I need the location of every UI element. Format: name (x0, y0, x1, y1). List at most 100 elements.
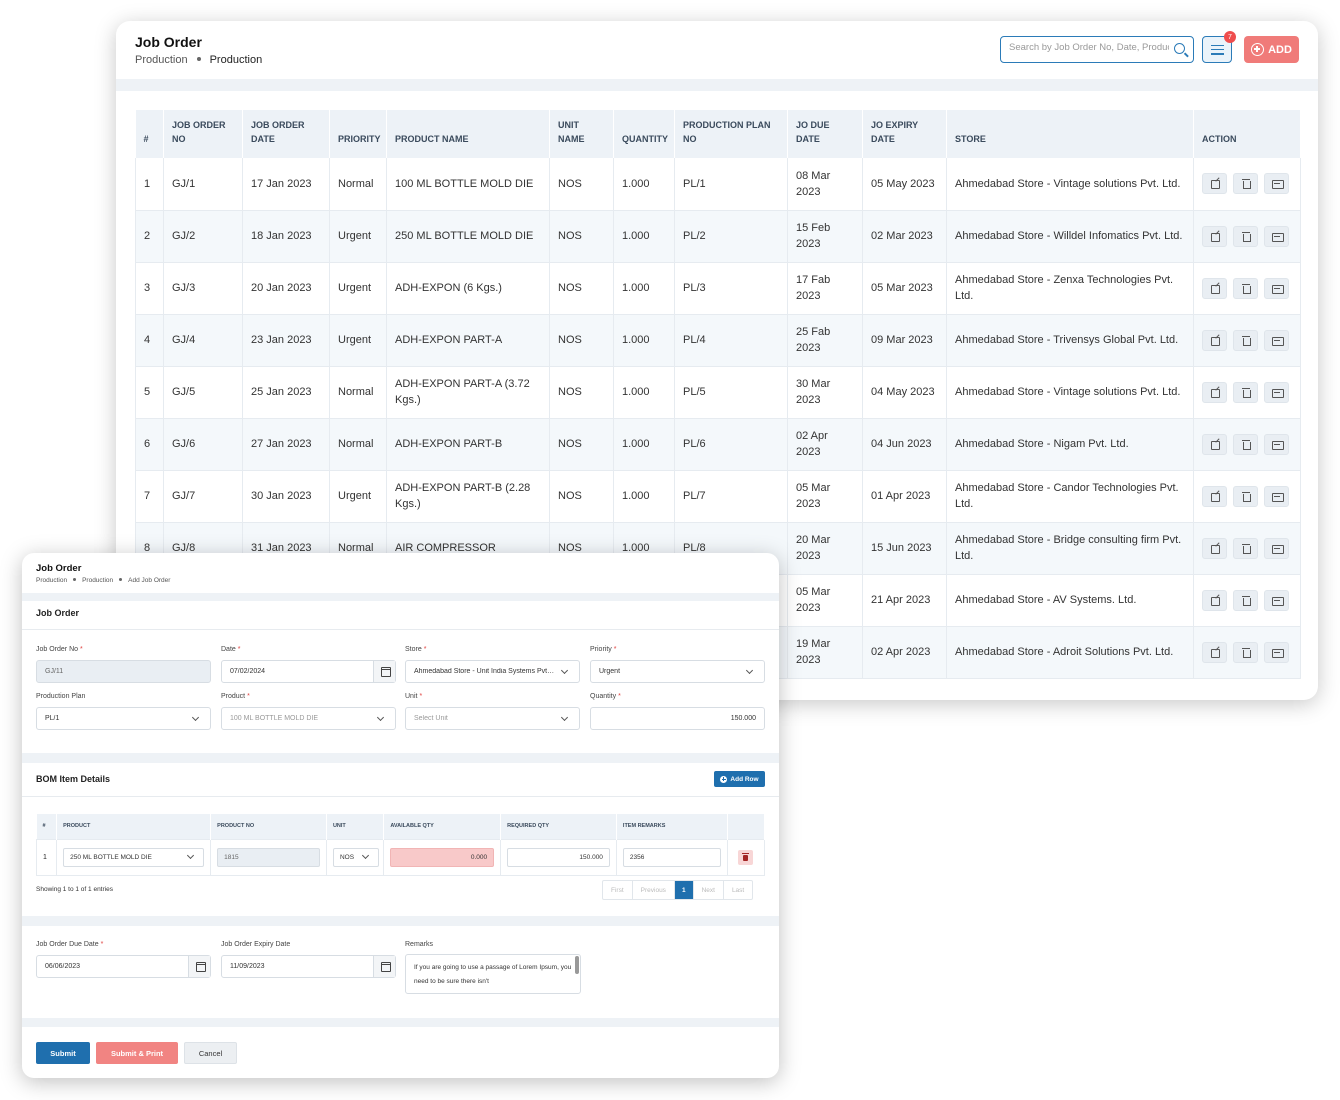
edit-button[interactable] (1202, 329, 1227, 351)
bom-item-remarks-input[interactable]: 2356 (622, 847, 721, 867)
expiry-date-field[interactable]: 11/09/2023 (221, 955, 396, 978)
priority-select[interactable]: Urgent (590, 660, 765, 683)
comment-button[interactable] (1264, 589, 1289, 611)
column-header: # (135, 110, 164, 158)
remarks-textarea[interactable]: If you are going to use a passage of Lor… (405, 954, 581, 994)
bom-unit-select[interactable]: NOS (332, 847, 379, 867)
breadcrumb-item[interactable]: Production (82, 577, 113, 584)
edit-button[interactable] (1202, 381, 1227, 403)
store-cell: Ahmedabad Store - Bridge consulting firm… (946, 522, 1194, 575)
product-select[interactable]: 100 ML BOTTLE MOLD DIE (221, 707, 396, 730)
pager-previous[interactable]: Previous (633, 881, 675, 899)
quantity-cell: 1.000 (613, 158, 675, 211)
pager-next[interactable]: Next (694, 881, 724, 899)
edit-button[interactable] (1202, 537, 1227, 559)
section-divider (22, 593, 779, 601)
delete-button[interactable] (1233, 537, 1258, 559)
delete-button[interactable] (1233, 641, 1258, 663)
comment-button[interactable] (1264, 485, 1289, 507)
column-header[interactable]: JOB ORDER NO (163, 110, 243, 158)
edit-button[interactable] (1202, 433, 1227, 455)
edit-button[interactable] (1202, 589, 1227, 611)
breadcrumb-item[interactable]: Production (36, 577, 67, 584)
delete-button[interactable] (1233, 277, 1258, 299)
production-plan-no-cell: PL/7 (674, 470, 788, 523)
delete-row-button[interactable] (738, 849, 754, 865)
comment-button[interactable] (1264, 225, 1289, 247)
job-order-date-cell: 30 Jan 2023 (242, 470, 330, 523)
add-button[interactable]: ADD (1244, 36, 1299, 63)
calendar-icon[interactable] (373, 956, 395, 977)
calendar-icon[interactable] (373, 661, 395, 682)
bom-product-select[interactable]: 250 ML BOTTLE MOLD DIE (63, 847, 205, 867)
delete-button[interactable] (1233, 485, 1258, 507)
quantity-cell: 1.000 (613, 470, 675, 523)
delete-button[interactable] (1233, 433, 1258, 455)
pager-page[interactable]: 1 (674, 881, 694, 899)
row-index-cell: 5 (135, 366, 164, 419)
column-header[interactable]: PRODUCTION PLAN NO (674, 110, 788, 158)
column-header[interactable]: JOB ORDER DATE (242, 110, 330, 158)
pager-last[interactable]: Last (724, 881, 752, 899)
delete-button[interactable] (1233, 173, 1258, 195)
edit-button[interactable] (1202, 485, 1227, 507)
submit-print-button[interactable]: Submit & Print (96, 1042, 178, 1064)
edit-button[interactable] (1202, 173, 1227, 195)
store-select[interactable]: Ahmedabad Store - Unit India Systems Pvt… (405, 660, 580, 683)
comment-button[interactable] (1264, 537, 1289, 559)
jo-due-date-cell: 20 Mar 2023 (787, 522, 863, 575)
add-row-button[interactable]: Add Row (714, 771, 765, 787)
edit-button[interactable] (1202, 277, 1227, 299)
unit-select[interactable]: Select Unit (405, 707, 580, 730)
job-order-date-cell: 20 Jan 2023 (242, 262, 330, 315)
jo-expiry-date-cell: 05 Mar 2023 (862, 262, 947, 315)
edit-button[interactable] (1202, 641, 1227, 663)
product-name-cell: ADH-EXPON (6 Kgs.) (386, 262, 550, 315)
job-order-no-cell: GJ/3 (163, 262, 243, 315)
column-header[interactable]: UNIT NAME (549, 110, 614, 158)
bom-required-qty-input[interactable]: 150.000 (507, 847, 610, 867)
submit-button[interactable]: Submit (36, 1042, 90, 1064)
column-header[interactable]: JO DUE DATE (787, 110, 863, 158)
table-row: 1 GJ/1 17 Jan 2023 Normal 100 ML BOTTLE MOLD… (135, 158, 1301, 211)
filter-count-badge: 7 (1224, 31, 1236, 43)
production-plan-no-cell: PL/3 (674, 262, 788, 315)
delete-button[interactable] (1233, 381, 1258, 403)
list-header: Job Order Production Production 7 ADD (116, 21, 1318, 79)
search-box[interactable] (1000, 36, 1194, 63)
column-header[interactable]: PRODUCT NAME (386, 110, 550, 158)
column-header[interactable]: QUANTITY (613, 110, 675, 158)
jo-due-date-cell: 08 Mar 2023 (787, 158, 863, 211)
due-date-field[interactable]: 06/06/2023 (36, 955, 211, 978)
delete-button[interactable] (1233, 329, 1258, 351)
store-cell: Ahmedabad Store - Zenxa Technologies Pvt… (946, 262, 1194, 315)
pager-first[interactable]: First (603, 881, 633, 899)
column-header[interactable]: PRIORITY (329, 110, 387, 158)
calendar-icon[interactable] (188, 956, 210, 977)
comment-button[interactable] (1264, 381, 1289, 403)
cancel-button[interactable]: Cancel (184, 1042, 237, 1064)
breadcrumb-item[interactable]: Production (135, 54, 188, 66)
comment-button[interactable] (1264, 641, 1289, 663)
comment-button[interactable] (1264, 277, 1289, 299)
production-plan-select[interactable]: PL/1 (36, 707, 211, 730)
priority-cell: Normal (329, 158, 387, 211)
comment-button[interactable] (1264, 433, 1289, 455)
comment-button[interactable] (1264, 173, 1289, 195)
edit-button[interactable] (1202, 225, 1227, 247)
search-icon[interactable] (1174, 43, 1185, 54)
quantity-input[interactable]: 150.000 (590, 707, 765, 730)
column-header[interactable]: STORE (946, 110, 1194, 158)
column-header[interactable]: JO EXPIRY DATE (862, 110, 947, 158)
delete-button[interactable] (1233, 589, 1258, 611)
search-input[interactable] (1009, 42, 1169, 53)
quantity-cell: 1.000 (613, 262, 675, 315)
filter-button[interactable]: 7 (1202, 31, 1236, 63)
scrollbar[interactable] (575, 956, 579, 974)
jo-due-date-cell: 25 Fab 2023 (787, 314, 863, 367)
date-field[interactable]: 07/02/2024 (221, 660, 396, 683)
quantity-label: Quantity * (590, 693, 621, 700)
comment-button[interactable] (1264, 329, 1289, 351)
delete-button[interactable] (1233, 225, 1258, 247)
job-order-no-field: GJ/11 (36, 660, 211, 683)
